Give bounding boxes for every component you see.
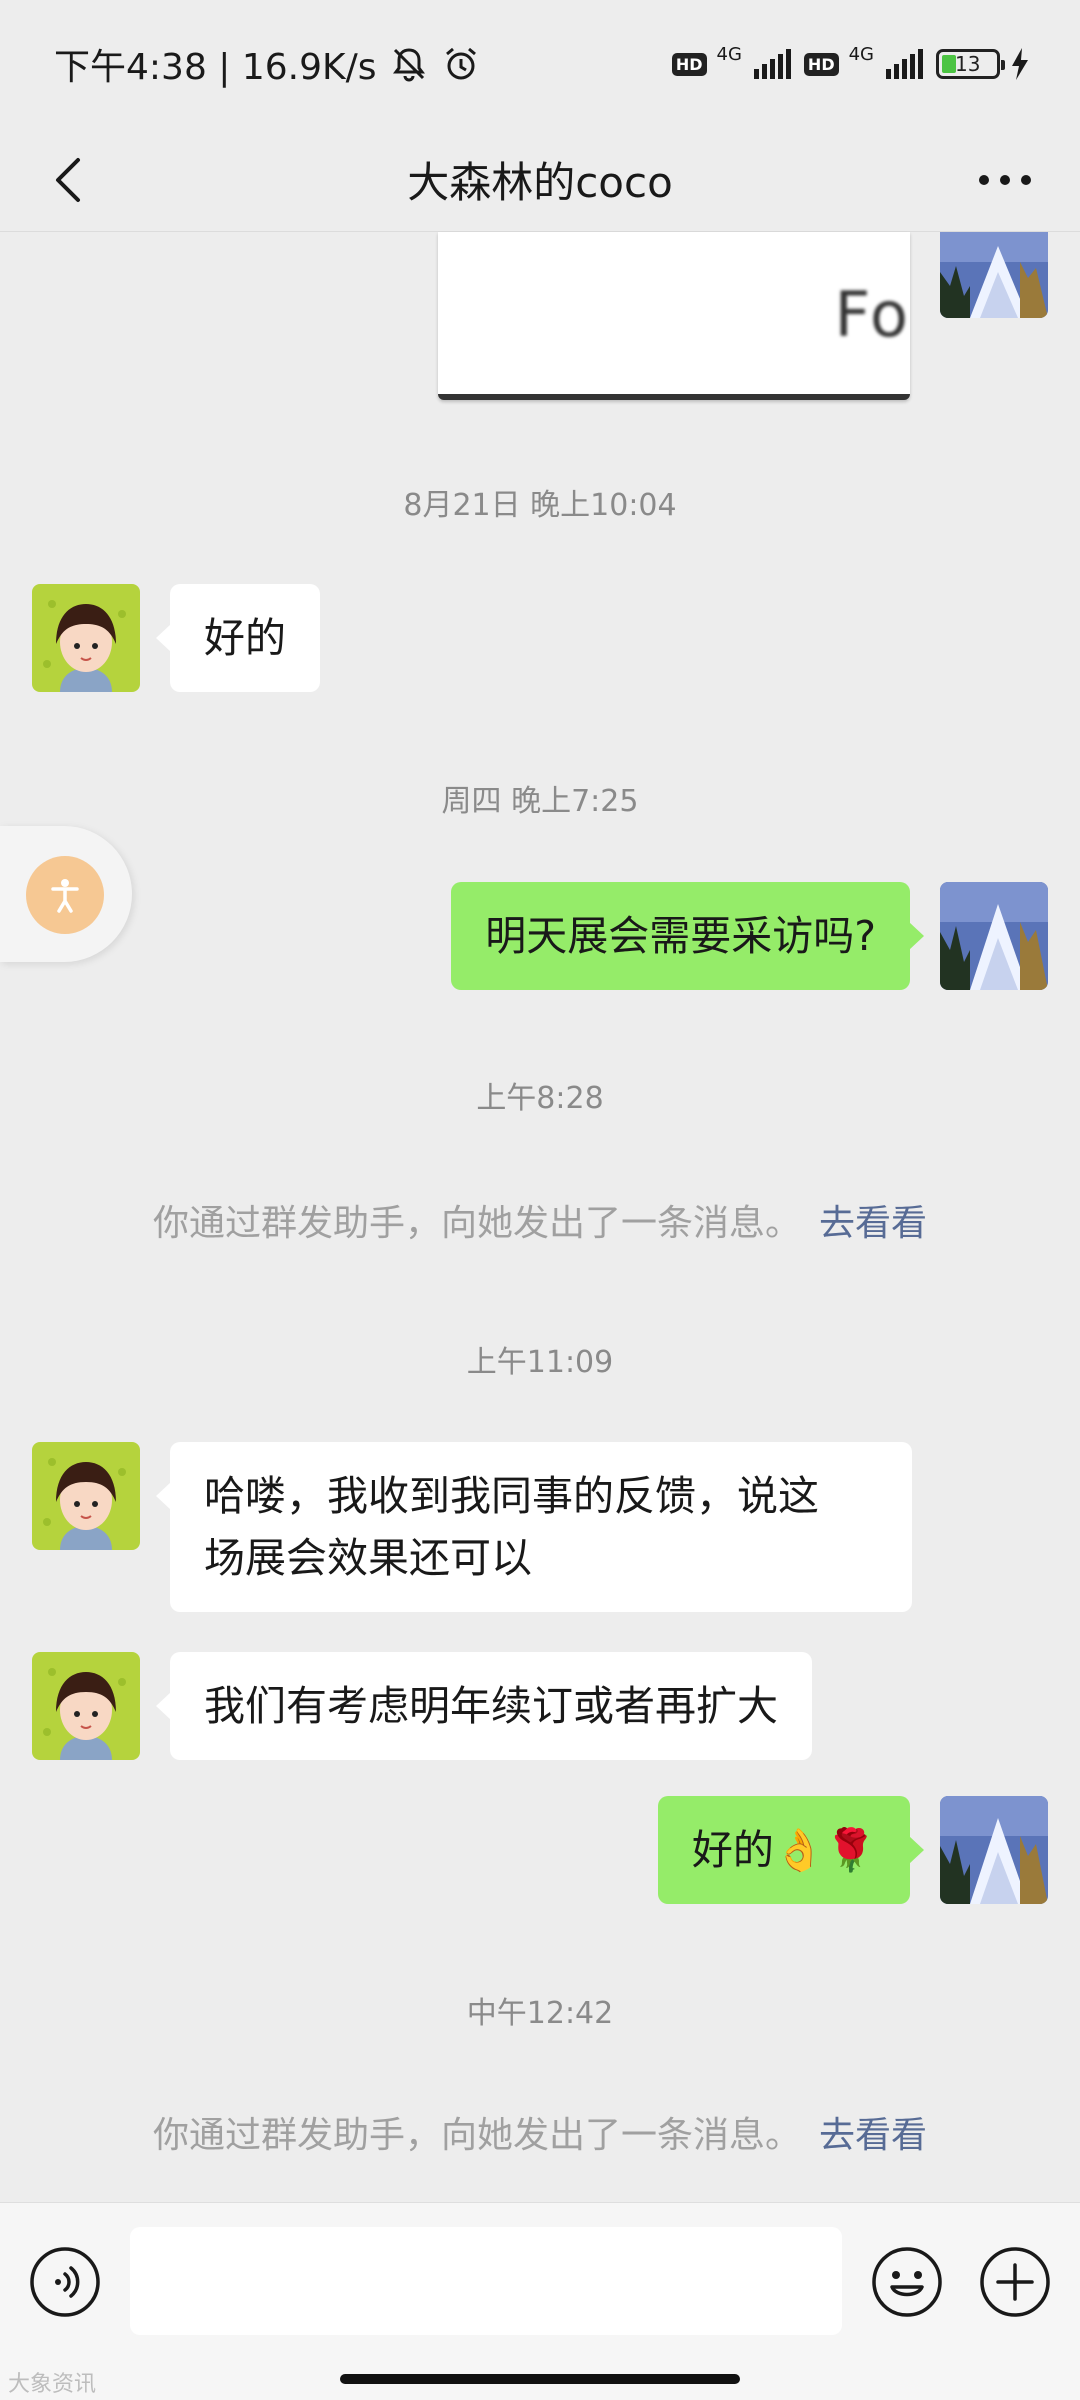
contact-avatar[interactable] — [32, 1442, 140, 1550]
battery-level: 13 — [955, 52, 981, 76]
system-message-text: 你通过群发助手，向她发出了一条消息。 — [152, 1203, 801, 1244]
message-bubble-incoming[interactable]: 我们有考虑明年续订或者再扩大 — [156, 1652, 812, 1760]
image-message-card[interactable]: Fo — [438, 232, 910, 400]
message-input[interactable] — [130, 2227, 842, 2335]
status-bar: 下午4:38 | 16.9K/s HD 4G HD 4G 13 — [0, 0, 1080, 128]
emoji-button[interactable] — [870, 2245, 944, 2319]
status-left: 下午4:38 | 16.9K/s — [54, 38, 481, 90]
network-label: 4G — [716, 43, 742, 65]
back-button[interactable] — [40, 150, 100, 210]
watermark: 大象资讯 — [8, 2372, 97, 2397]
status-right: HD 4G HD 4G 13 — [671, 44, 1030, 80]
voice-icon — [30, 2247, 100, 2317]
message-line: 场展会效果还可以 — [204, 1534, 532, 1582]
accessibility-icon — [26, 856, 104, 934]
hd-badge-2: HD — [803, 52, 839, 76]
floating-accessibility-button[interactable] — [0, 826, 132, 962]
timestamp: 上午8:28 — [476, 1081, 604, 1116]
message-bubble-incoming[interactable]: 哈喽，我收到我同事的反馈，说这 场展会效果还可以 — [156, 1442, 912, 1612]
card-text: Fo — [834, 278, 910, 351]
my-avatar[interactable] — [940, 1796, 1048, 1904]
charging-icon — [1012, 48, 1028, 80]
mute-bell-icon — [389, 44, 429, 84]
battery-icon: 13 — [936, 49, 1005, 79]
system-message-text: 你通过群发助手，向她发出了一条消息。 — [152, 2115, 801, 2156]
timestamp: 8月21日 晚上10:04 — [403, 488, 677, 523]
chat-title: 大森林的coco — [407, 158, 673, 207]
timestamp: 周四 晚上7:25 — [441, 784, 639, 819]
view-link[interactable]: 去看看 — [819, 2115, 927, 2156]
more-icon — [979, 175, 1031, 185]
message-bubble-outgoing[interactable]: 好的👌🌹 — [657, 1796, 925, 1904]
more-functions-button[interactable] — [978, 2245, 1052, 2319]
hd-badge: HD — [671, 52, 707, 76]
more-button[interactable] — [970, 150, 1040, 210]
plus-icon — [980, 2247, 1050, 2317]
status-time-speed: 下午4:38 | 16.9K/s — [54, 47, 377, 88]
chevron-left-icon — [56, 158, 80, 202]
nav-bar: 大森林的coco — [0, 128, 1080, 232]
battery-fill — [942, 55, 956, 73]
message-bubble-incoming[interactable]: 好的 — [156, 584, 320, 692]
signal-icon-2 — [886, 49, 923, 79]
home-indicator[interactable] — [340, 2374, 740, 2384]
system-message: 你通过群发助手，向她发出了一条消息。 去看看 — [0, 1194, 1080, 1246]
view-link[interactable]: 去看看 — [819, 1203, 927, 1244]
contact-avatar[interactable] — [32, 584, 140, 692]
timestamp: 上午11:09 — [466, 1345, 614, 1380]
alarm-icon — [441, 44, 481, 84]
emoji-icon — [872, 2247, 942, 2317]
signal-icon — [753, 49, 791, 79]
voice-button[interactable] — [28, 2245, 102, 2319]
contact-avatar[interactable] — [32, 1652, 140, 1760]
message-bubble-outgoing[interactable]: 明天展会需要采访吗? — [451, 882, 924, 990]
system-message: 你通过群发助手，向她发出了一条消息。 去看看 — [0, 2106, 1080, 2158]
network-label-2: 4G — [848, 43, 874, 65]
message-line: 哈喽，我收到我同事的反馈，说这 — [204, 1472, 819, 1520]
my-avatar[interactable] — [940, 232, 1048, 318]
timestamp: 中午12:42 — [466, 1996, 614, 2031]
my-avatar[interactable] — [940, 882, 1048, 990]
input-bar — [0, 2202, 1080, 2400]
